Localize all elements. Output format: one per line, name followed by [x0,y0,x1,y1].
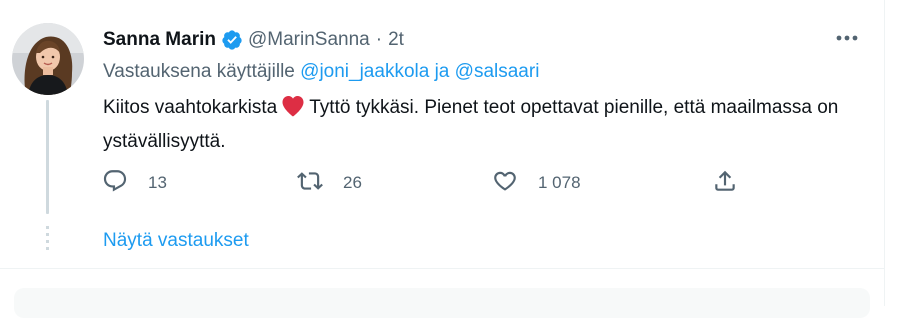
column-border [884,0,885,306]
red-heart-icon [281,95,305,127]
separator-dot: · [375,29,383,50]
reply-icon [102,168,128,199]
heart-icon [492,168,518,199]
tweet-actions: 13 26 1 078 [100,168,760,198]
show-replies-link[interactable]: Näytä vastaukset [103,230,249,252]
reply-button[interactable]: 13 [102,168,167,198]
tweet-time[interactable]: 2t [388,29,404,51]
mention-link[interactable]: @salsaari [455,61,540,82]
share-icon [712,168,738,199]
retweet-icon [297,168,323,199]
more-horizontal-icon[interactable] [834,28,860,48]
author-handle[interactable]: @MarinSanna [248,29,370,51]
next-tweet-box[interactable] [14,288,870,318]
retweet-count: 26 [343,173,362,192]
reply-count: 13 [148,173,167,192]
divider [0,268,884,269]
replying-to: Vastauksena käyttäjille @joni_jaakkola j… [103,61,539,83]
replying-prefix: Vastauksena käyttäjille [103,61,295,82]
verified-badge-icon [221,29,243,51]
share-button[interactable] [712,168,738,198]
tweet-text-part: Kiitos vaahtokarkista [103,97,278,118]
thread-dots [46,226,49,256]
mention-join[interactable]: ja [435,61,450,82]
retweet-button[interactable]: 26 [297,168,362,198]
like-button[interactable]: 1 078 [492,168,581,198]
tweet-header: Sanna Marin @MarinSanna · 2t [103,27,404,53]
like-count: 1 078 [538,173,581,192]
thread-line [46,100,49,214]
mention-link[interactable]: @joni_jaakkola [300,61,429,82]
author-name[interactable]: Sanna Marin [103,29,216,51]
avatar[interactable] [12,23,84,95]
tweet[interactable]: Sanna Marin @MarinSanna · 2t Vastauksena… [0,0,884,268]
tweet-text: Kiitos vaahtokarkista Tyttö tykkäsi. Pien… [103,93,843,157]
